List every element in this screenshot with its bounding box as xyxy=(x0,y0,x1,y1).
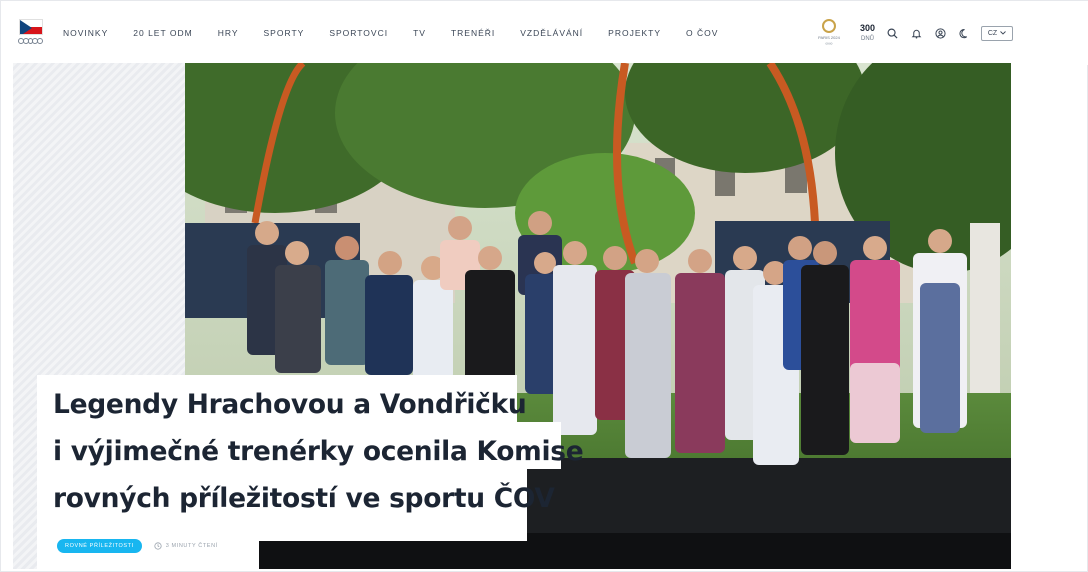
chevron-down-icon xyxy=(1000,31,1006,35)
flame-icon xyxy=(821,19,836,33)
nav-item-sportovci[interactable]: SPORTOVCI xyxy=(329,28,388,38)
user-icon[interactable] xyxy=(933,26,947,40)
bell-icon[interactable] xyxy=(909,26,923,40)
nav-item-novinky[interactable]: NOVINKY xyxy=(63,28,108,38)
search-icon[interactable] xyxy=(885,26,899,40)
headline-line: rovných příležitostí ve sportu ČOV xyxy=(53,483,555,514)
language-value: CZ xyxy=(987,29,998,37)
language-select[interactable]: CZ xyxy=(981,25,1013,41)
main-navigation: NOVINKY 20 LET ODM HRY SPORTY SPORTOVCI … xyxy=(63,28,743,38)
page: NOVINKY 20 LET ODM HRY SPORTY SPORTOVCI … xyxy=(0,0,1088,572)
nav-item-o-cov[interactable]: O ČOV xyxy=(686,28,718,38)
countdown-value: 300 xyxy=(859,23,875,33)
olympic-rings-icon: ∞∞ xyxy=(825,41,833,47)
moon-icon[interactable] xyxy=(957,26,971,40)
read-time: 3 MINUTY ČTENÍ xyxy=(154,542,218,550)
nav-item-tv[interactable]: TV xyxy=(413,28,426,38)
days-countdown: 300 DNŮ xyxy=(859,23,875,43)
header-tools: PARIS 2024 ∞∞ 300 DNŮ CZ xyxy=(812,15,1013,51)
headline-line: Legendy Hrachovou a Vondřičku xyxy=(53,389,527,420)
article-card[interactable]: Legendy Hrachovou a Vondřičku i výjimečn… xyxy=(37,375,584,569)
nav-item-vzdelavani[interactable]: VZDĚLÁVÁNÍ xyxy=(520,28,583,38)
nav-item-projekty[interactable]: PROJEKTY xyxy=(608,28,661,38)
clock-icon xyxy=(154,542,162,550)
nav-item-20-let-odm[interactable]: 20 LET ODM xyxy=(133,28,192,38)
category-tag[interactable]: ROVNÉ PŘÍLEŽITOSTI xyxy=(57,539,142,553)
nav-item-hry[interactable]: HRY xyxy=(218,28,239,38)
article-headline[interactable]: Legendy Hrachovou a Vondřičku i výjimečn… xyxy=(53,381,584,522)
paris-2024-logo[interactable]: PARIS 2024 ∞∞ xyxy=(812,16,846,50)
read-time-label: 3 MINUTY ČTENÍ xyxy=(165,543,218,549)
czech-flag-icon xyxy=(19,19,43,35)
games-logo-text: PARIS 2024 xyxy=(818,35,840,40)
nav-item-sporty[interactable]: SPORTY xyxy=(264,28,305,38)
olympic-rings-icon xyxy=(18,38,43,44)
countdown-unit: DNŮ xyxy=(860,36,874,42)
site-header: NOVINKY 20 LET ODM HRY SPORTY SPORTOVCI … xyxy=(1,1,1088,65)
nav-item-treneri[interactable]: TRENÉŘI xyxy=(451,28,495,38)
cov-logo[interactable] xyxy=(18,19,43,49)
article-meta: ROVNÉ PŘÍLEŽITOSTI 3 MINUTY ČTENÍ xyxy=(57,539,218,553)
headline-line: i výjimečné trenérky ocenila Komise xyxy=(53,436,584,467)
